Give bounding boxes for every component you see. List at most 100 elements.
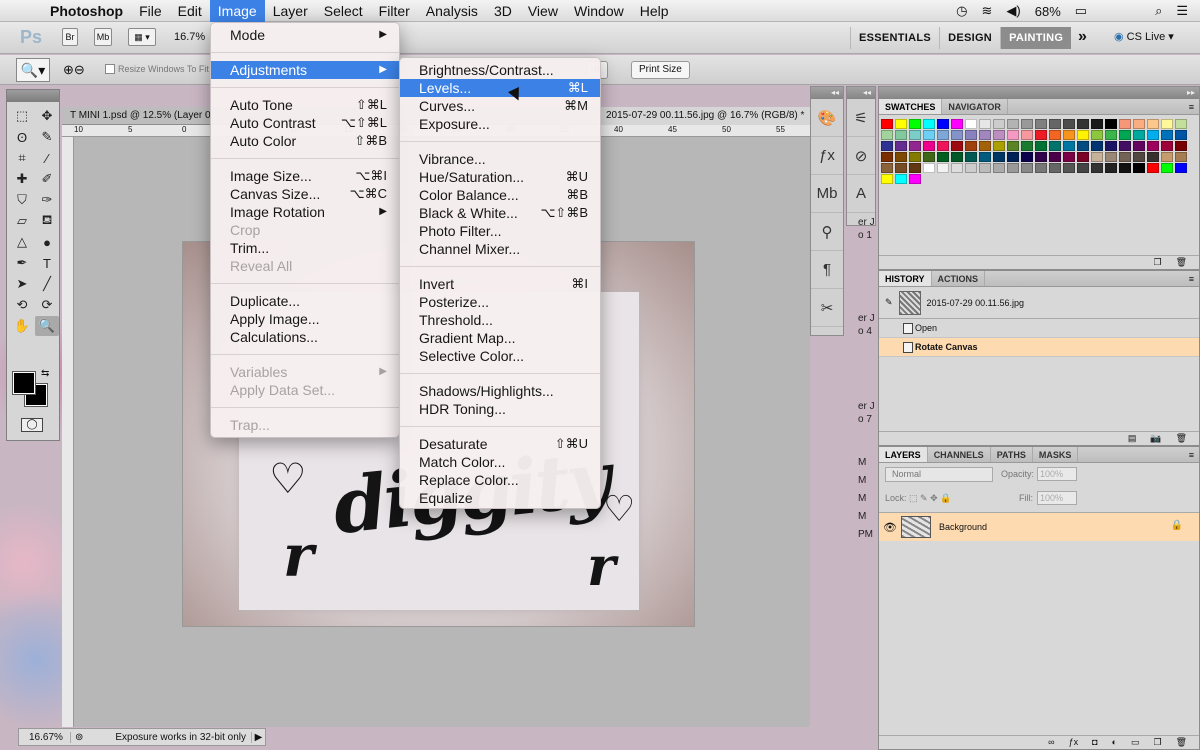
image-menu-item[interactable]: Calculations... bbox=[211, 328, 399, 346]
color-swatch[interactable] bbox=[965, 163, 977, 173]
history-brush-tool-icon[interactable]: ✑ bbox=[35, 190, 59, 210]
menu-image[interactable]: Image bbox=[209, 0, 265, 22]
new-group-icon[interactable]: ▭ bbox=[1131, 736, 1140, 749]
color-swatch[interactable] bbox=[937, 163, 949, 173]
adjustments-menu-item[interactable]: Vibrance... bbox=[400, 150, 600, 168]
color-swatch[interactable] bbox=[895, 152, 907, 162]
color-swatch[interactable] bbox=[1063, 152, 1075, 162]
workspace-essentials[interactable]: ESSENTIALS bbox=[850, 27, 939, 49]
hand-tool-icon[interactable]: ✋ bbox=[10, 316, 34, 336]
image-menu-item[interactable]: Trim... bbox=[211, 239, 399, 257]
brush-tool-icon[interactable]: ✐ bbox=[35, 169, 59, 189]
color-swatch[interactable] bbox=[909, 163, 921, 173]
color-swatch[interactable] bbox=[1049, 163, 1061, 173]
status-menu-arrow-icon[interactable]: ▶ bbox=[251, 731, 265, 743]
color-swatch[interactable] bbox=[965, 130, 977, 140]
history-state[interactable]: Open bbox=[879, 319, 1199, 338]
adjustments-menu-item[interactable]: Shadows/Highlights... bbox=[400, 382, 600, 400]
3d-rotate-tool-icon[interactable]: ⟲ bbox=[10, 295, 34, 315]
styles-panel-icon[interactable]: ƒx bbox=[811, 137, 843, 175]
color-swatch[interactable] bbox=[937, 130, 949, 140]
color-swatch[interactable] bbox=[1049, 141, 1061, 151]
image-menu-item[interactable]: Canvas Size... ⌥⌘C bbox=[211, 185, 399, 203]
history-snapshot[interactable]: ✎ 2015-07-29 00.11.56.jpg bbox=[879, 287, 1199, 319]
color-swatch[interactable] bbox=[1063, 130, 1075, 140]
tab-navigator[interactable]: NAVIGATOR bbox=[942, 99, 1008, 114]
new-document-from-state-icon[interactable]: ▤ bbox=[1128, 432, 1137, 445]
status-zoom[interactable]: 16.67% bbox=[19, 731, 71, 743]
adjustments-menu-item[interactable]: Match Color... bbox=[400, 453, 600, 471]
color-swatch[interactable] bbox=[895, 163, 907, 173]
color-swatch[interactable] bbox=[895, 174, 907, 184]
color-swatch[interactable] bbox=[1175, 119, 1187, 129]
paint-bucket-tool-icon[interactable]: ⛾ bbox=[35, 211, 59, 231]
quick-mask-icon[interactable]: ◯ bbox=[21, 418, 43, 432]
adjustments-menu-item[interactable]: Selective Color... bbox=[400, 347, 600, 365]
color-swatch[interactable] bbox=[923, 163, 935, 173]
menu-filter[interactable]: Filter bbox=[371, 0, 418, 22]
color-swatch[interactable] bbox=[1021, 130, 1033, 140]
color-swatch[interactable] bbox=[1091, 141, 1103, 151]
color-swatch[interactable] bbox=[909, 119, 921, 129]
color-swatch[interactable] bbox=[1063, 119, 1075, 129]
layer-style-icon[interactable]: ƒx bbox=[1069, 736, 1079, 749]
volume-icon[interactable]: ◀) bbox=[1006, 3, 1020, 19]
cs-live-button[interactable]: ◉ CS Live ▾ bbox=[1114, 30, 1174, 43]
color-swatch[interactable] bbox=[1105, 163, 1117, 173]
adjustments-menu-item[interactable]: Black & White... ⌥⇧⌘B bbox=[400, 204, 600, 222]
color-swatch[interactable] bbox=[951, 163, 963, 173]
wifi-icon[interactable]: ≋ bbox=[982, 3, 993, 19]
color-swatch[interactable] bbox=[1175, 163, 1187, 173]
color-swatch[interactable] bbox=[1133, 130, 1145, 140]
color-swatch[interactable] bbox=[923, 141, 935, 151]
color-swatch[interactable] bbox=[965, 119, 977, 129]
color-swatch[interactable] bbox=[881, 130, 893, 140]
line-tool-icon[interactable]: ╱ bbox=[35, 274, 59, 294]
color-swatch[interactable] bbox=[937, 152, 949, 162]
color-swatch[interactable] bbox=[895, 130, 907, 140]
adjustments-menu-item[interactable]: Gradient Map... bbox=[400, 329, 600, 347]
color-swatch[interactable] bbox=[937, 141, 949, 151]
color-swatch[interactable] bbox=[1105, 152, 1117, 162]
image-menu-item[interactable]: Auto Tone ⇧⌘L bbox=[211, 96, 399, 114]
panel-menu-icon[interactable]: ≡ bbox=[1184, 447, 1199, 462]
path-select-tool-icon[interactable]: ➤ bbox=[10, 274, 34, 294]
tab-history[interactable]: HISTORY bbox=[879, 271, 932, 286]
opacity-field[interactable]: 100% bbox=[1037, 467, 1077, 481]
adjustments-menu-item[interactable]: Channel Mixer... bbox=[400, 240, 600, 258]
blend-mode-select[interactable]: Normal bbox=[885, 467, 993, 482]
color-swatch[interactable] bbox=[909, 152, 921, 162]
view-extras-button[interactable]: ▦ ▾ bbox=[128, 28, 156, 46]
new-swatch-icon[interactable]: ❐ bbox=[1153, 256, 1161, 269]
mini-bridge-button[interactable]: Mb bbox=[94, 28, 112, 46]
color-swatch[interactable] bbox=[881, 119, 893, 129]
notification-list-icon[interactable]: ☰ bbox=[1176, 3, 1188, 19]
fill-field[interactable]: 100% bbox=[1037, 491, 1077, 505]
color-swatch[interactable] bbox=[1077, 141, 1089, 151]
color-swatch[interactable] bbox=[979, 152, 991, 162]
tool-preset-picker[interactable]: 🔍▾ bbox=[16, 58, 50, 82]
new-snapshot-icon[interactable]: 📷 bbox=[1150, 432, 1161, 445]
color-swatch[interactable] bbox=[993, 141, 1005, 151]
status-icon[interactable]: ⊚ bbox=[71, 732, 87, 743]
color-swatch[interactable] bbox=[881, 152, 893, 162]
color-swatch[interactable] bbox=[1133, 163, 1145, 173]
color-swatch[interactable] bbox=[965, 152, 977, 162]
color-swatch[interactable] bbox=[1119, 163, 1131, 173]
image-menu-item[interactable]: Image Size... ⌥⌘I bbox=[211, 167, 399, 185]
color-swatch[interactable] bbox=[1035, 119, 1047, 129]
dodge-tool-icon[interactable]: ● bbox=[35, 232, 59, 252]
color-swatch[interactable] bbox=[1119, 141, 1131, 151]
adjustments-menu-item[interactable]: Color Balance... ⌘B bbox=[400, 186, 600, 204]
color-swatch[interactable] bbox=[1161, 152, 1173, 162]
tab-document-2[interactable]: 2015-07-29 00.11.56.jpg @ 16.7% (RGB/8) … bbox=[598, 107, 810, 125]
panel-menu-icon[interactable]: ≡ bbox=[1184, 271, 1199, 286]
swap-colors-icon[interactable]: ⇆ bbox=[41, 368, 49, 379]
mini-bridge-panel-icon[interactable]: Mb bbox=[811, 175, 843, 213]
color-swatch[interactable] bbox=[1021, 119, 1033, 129]
blur-tool-icon[interactable]: △ bbox=[10, 232, 34, 252]
color-swatch[interactable] bbox=[1147, 152, 1159, 162]
color-swatch[interactable] bbox=[1161, 130, 1173, 140]
adjustments-menu-item[interactable]: Replace Color... bbox=[400, 471, 600, 489]
panel-menu-icon[interactable]: ≡ bbox=[1184, 99, 1199, 114]
